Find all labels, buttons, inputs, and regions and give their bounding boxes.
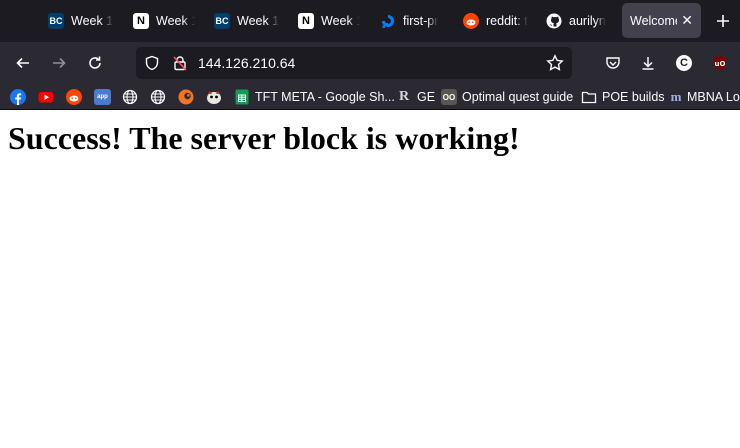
bookmark-tft-meta[interactable]: TFT META - Google Sh... <box>234 88 395 106</box>
tab-label: Week 1 <box>71 13 114 28</box>
tab-label: first-pr <box>403 13 439 28</box>
page-heading: Success! The server block is working! <box>8 120 520 156</box>
tab-first-pr[interactable]: first-pr <box>380 3 445 38</box>
quest-icon: OO <box>441 89 457 105</box>
bookmark-ge[interactable]: R GE <box>396 88 435 106</box>
bookmark-label: GE <box>417 90 436 104</box>
bookmark-label: TFT META - Google Sh... <box>255 90 395 104</box>
tab-week1-notion-b[interactable]: N Week 1 <box>298 3 360 38</box>
tab-label: Week 1 <box>156 13 195 28</box>
bookmark-globe-a[interactable] <box>122 88 143 106</box>
bookmark-app[interactable]: app <box>94 88 116 106</box>
bookmarks-toolbar: app TFT META - Google Sh... R GE OO Opti… <box>0 84 740 110</box>
notion-icon: N <box>133 12 149 29</box>
tab-label: Week 1 <box>237 13 280 28</box>
app-icon: app <box>94 89 111 105</box>
bookmark-label: POE builds <box>602 90 665 104</box>
bookmark-mascot[interactable] <box>206 88 227 106</box>
plus-icon <box>717 15 729 27</box>
bookmark-optimal-quest-guide[interactable]: OO Optimal quest guide <box>441 88 573 106</box>
reload-button[interactable] <box>82 50 108 76</box>
svg-text:uO: uO <box>715 60 726 68</box>
ublock-origin-icon: uO <box>714 56 726 70</box>
crunchyroll-icon <box>178 89 194 105</box>
bookmark-label: Optimal quest guide <box>462 90 574 104</box>
reload-icon <box>89 56 101 69</box>
youtube-icon <box>38 92 54 103</box>
tab-reddit[interactable]: reddit: t <box>463 3 529 38</box>
notion-icon: N <box>298 12 314 29</box>
back-arrow-icon <box>16 57 29 69</box>
page-content: Success! The server block is working! <box>0 110 740 448</box>
url-bar[interactable]: 144.126.210.64 <box>136 47 572 79</box>
tab-strip: BC Week 1 N Week 1 BC Week 1 N Week 1 fi… <box>0 0 740 42</box>
bookmark-folder-poe-builds[interactable]: POE builds <box>581 88 665 106</box>
mbna-icon: m <box>670 89 682 104</box>
bookmark-facebook[interactable] <box>10 88 31 106</box>
tab-week1-notion-a[interactable]: N Week 1 <box>133 3 195 38</box>
pocket-icon <box>606 57 620 69</box>
navigation-toolbar: 144.126.210.64 C uO <box>0 42 740 84</box>
mascot-icon <box>207 91 221 104</box>
bookmark-star-icon[interactable] <box>546 54 564 72</box>
bcit-icon: BC <box>214 12 230 29</box>
bookmark-globe-b[interactable] <box>150 88 171 106</box>
google-sheets-icon <box>235 89 249 105</box>
tab-label: aurilyn <box>569 13 606 28</box>
ublock-origin-button[interactable]: uO <box>707 50 733 76</box>
forward-arrow-icon <box>53 57 66 69</box>
bookmark-label: MBNA Lo <box>687 90 740 104</box>
downloads-button[interactable] <box>635 50 661 76</box>
tracking-protection-shield-icon[interactable] <box>143 54 161 72</box>
tab-label: Welcome <box>630 13 678 28</box>
insecure-lock-icon[interactable] <box>171 54 189 72</box>
globe-icon <box>150 89 166 105</box>
back-button[interactable] <box>10 50 36 76</box>
github-icon <box>546 13 562 29</box>
tab-week1-bcit-a[interactable]: BC Week 1 <box>48 3 114 38</box>
folder-icon <box>581 91 597 104</box>
globe-icon <box>122 89 138 105</box>
bookmark-mbna[interactable]: m MBNA Lo <box>668 88 740 106</box>
tab-week1-bcit-b[interactable]: BC Week 1 <box>214 3 280 38</box>
bookmark-crunchyroll[interactable] <box>178 88 199 106</box>
reddit-icon <box>463 12 479 29</box>
bcit-icon: BC <box>48 12 64 29</box>
digitalocean-icon <box>380 13 396 29</box>
tab-welcome[interactable]: Welcome ✕ <box>622 3 701 38</box>
forward-button[interactable] <box>46 50 72 76</box>
bookmark-reddit[interactable] <box>66 88 87 106</box>
url-text[interactable]: 144.126.210.64 <box>198 55 295 71</box>
bookmark-youtube[interactable] <box>38 88 59 106</box>
tab-label: reddit: t <box>486 13 528 28</box>
runescape-icon: R <box>398 89 410 104</box>
c-extension-icon: C <box>676 55 692 71</box>
close-icon[interactable]: ✕ <box>681 12 693 29</box>
pocket-button[interactable] <box>600 50 626 76</box>
tab-label: Week 1 <box>321 13 360 28</box>
tab-github[interactable]: aurilyn <box>546 3 608 38</box>
new-tab-button[interactable] <box>710 8 736 34</box>
extension-c-button[interactable]: C <box>671 50 697 76</box>
reddit-icon <box>66 89 82 105</box>
facebook-icon <box>10 89 26 105</box>
download-icon <box>642 57 654 70</box>
